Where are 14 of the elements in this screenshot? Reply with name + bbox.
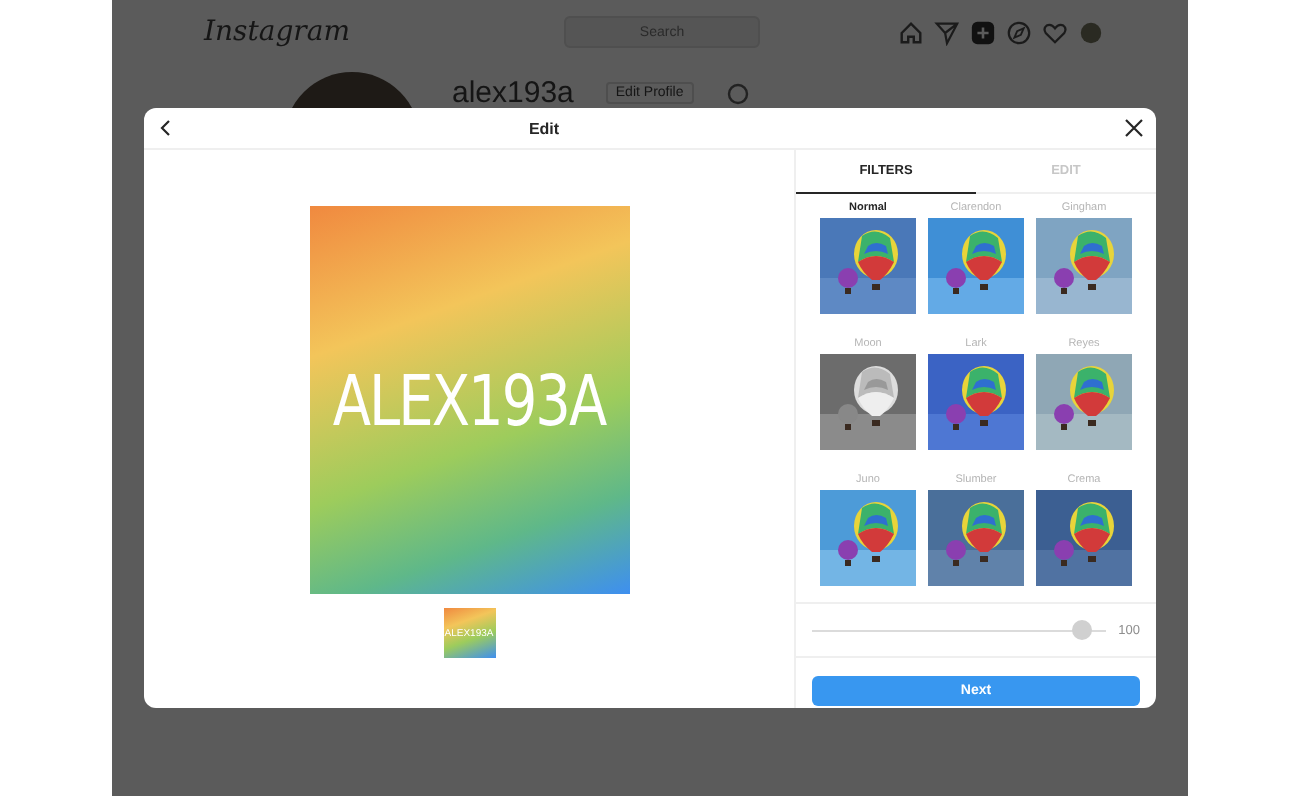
username: alex193a	[452, 76, 574, 110]
avatar-icon[interactable]	[1078, 19, 1104, 45]
image-text: ALEX193A	[332, 358, 606, 442]
logo[interactable]: Instagram	[204, 16, 544, 48]
home-icon[interactable]	[898, 19, 924, 45]
paper-plane-icon[interactable]	[934, 19, 960, 45]
close-icon[interactable]	[1124, 118, 1144, 138]
compass-icon[interactable]	[1006, 19, 1032, 45]
plus-icon[interactable]	[970, 19, 996, 45]
back-icon[interactable]	[156, 118, 176, 138]
heart-icon[interactable]	[1042, 19, 1068, 45]
dialog-title: Edit	[526, 119, 562, 137]
slider-thumb[interactable]	[1072, 619, 1093, 639]
settings-icon[interactable]	[725, 82, 750, 106]
